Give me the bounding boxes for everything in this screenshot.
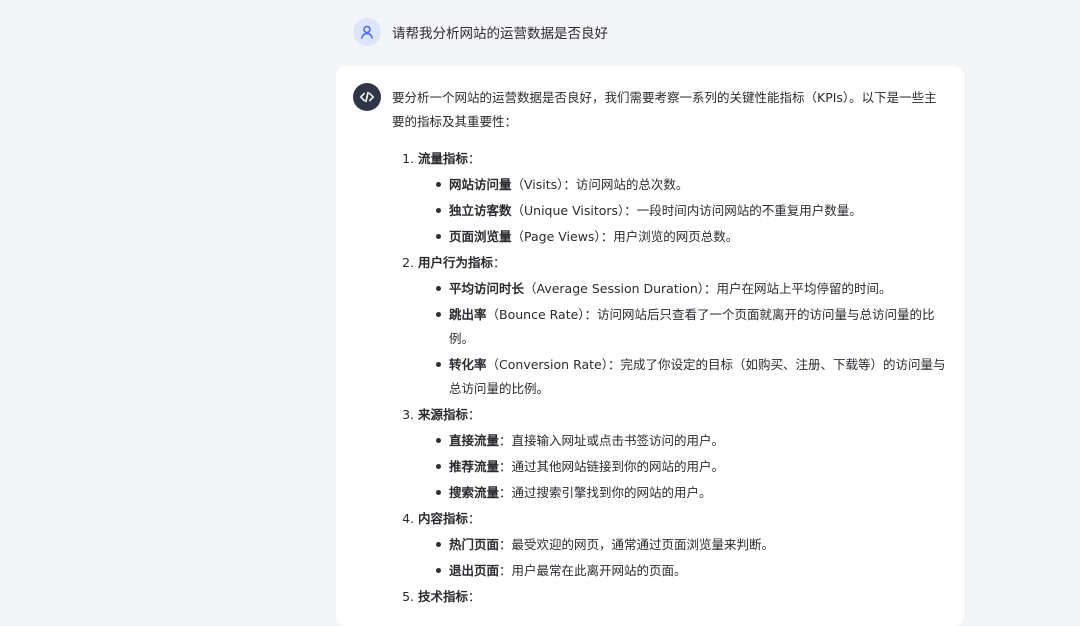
metric-description: ：用户在网站上平均停留的时间。 — [704, 281, 892, 296]
kpi-section: 来源指标： 直接流量：直接输入网址或点击书签访问的用户。 推荐流量：通过其他网站… — [418, 403, 948, 505]
metric-name: 页面浏览量 — [449, 229, 512, 244]
metric-item: 退出页面：用户最常在此离开网站的页面。 — [436, 559, 948, 583]
metric-english: （Bounce Rate） — [486, 307, 585, 322]
metric-name: 搜索流量 — [449, 485, 500, 500]
metric-item: 转化率（Conversion Rate）：完成了你设定的目标（如购买、注册、下载… — [436, 353, 948, 401]
metric-description: ：用户最常在此离开网站的页面。 — [499, 563, 687, 578]
kpi-section-list: 流量指标： 网站访问量（Visits）：访问网站的总次数。 独立访客数（Uniq… — [392, 147, 948, 609]
answer-intro: 要分析一个网站的运营数据是否良好，我们需要考察一系列的关键性能指标（KPIs）。… — [392, 90, 937, 129]
metric-name: 网站访问量 — [449, 177, 512, 192]
metric-item: 独立访客数（Unique Visitors）：一段时间内访问网站的不重复用户数量… — [436, 199, 948, 223]
metric-english: （Visits） — [511, 177, 564, 192]
section-title: 内容指标 — [418, 511, 469, 526]
section-title: 流量指标 — [418, 151, 469, 166]
section-title: 技术指标 — [418, 589, 469, 604]
metric-name: 退出页面 — [449, 563, 500, 578]
metric-name: 推荐流量 — [449, 459, 500, 474]
assistant-answer-card: 要分析一个网站的运营数据是否良好，我们需要考察一系列的关键性能指标（KPIs）。… — [336, 66, 964, 626]
metric-item: 热门页面：最受欢迎的网页，通常通过页面浏览量来判断。 — [436, 533, 948, 557]
assistant-answer-body: 要分析一个网站的运营数据是否良好，我们需要考察一系列的关键性能指标（KPIs）。… — [392, 86, 948, 609]
metric-item: 推荐流量：通过其他网站链接到你的网站的用户。 — [436, 455, 948, 479]
kpi-section: 用户行为指标： 平均访问时长（Average Session Duration）… — [418, 251, 948, 401]
kpi-section: 内容指标： 热门页面：最受欢迎的网页，通常通过页面浏览量来判断。 退出页面：用户… — [418, 507, 948, 583]
metric-description: ：一段时间内访问网站的不重复用户数量。 — [624, 203, 862, 218]
metric-description: ：用户浏览的网页总数。 — [600, 229, 739, 244]
metric-item: 直接流量：直接输入网址或点击书签访问的用户。 — [436, 429, 948, 453]
user-message: 请帮我分析网站的运营数据是否良好 — [353, 18, 608, 46]
metric-list: 热门页面：最受欢迎的网页，通常通过页面浏览量来判断。 退出页面：用户最常在此离开… — [418, 533, 948, 583]
user-question-text: 请帮我分析网站的运营数据是否良好 — [392, 26, 608, 42]
metric-description: ：访问网站的总次数。 — [563, 177, 689, 192]
metric-name: 跳出率 — [449, 307, 487, 322]
metric-description: ：通过其他网站链接到你的网站的用户。 — [499, 459, 725, 474]
user-icon — [361, 25, 373, 39]
metric-item: 搜索流量：通过搜索引擎找到你的网站的用户。 — [436, 481, 948, 505]
section-title: 来源指标 — [418, 407, 469, 422]
assistant-avatar — [353, 83, 381, 111]
metric-description: ：直接输入网址或点击书签访问的用户。 — [499, 433, 725, 448]
metric-english: （Unique Visitors） — [511, 203, 625, 218]
metric-name: 转化率 — [449, 357, 487, 372]
code-icon — [360, 91, 374, 103]
metric-list: 平均访问时长（Average Session Duration）：用户在网站上平… — [418, 277, 948, 401]
metric-item: 网站访问量（Visits）：访问网站的总次数。 — [436, 173, 948, 197]
metric-english: （Conversion Rate） — [486, 357, 608, 372]
metric-list: 网站访问量（Visits）：访问网站的总次数。 独立访客数（Unique Vis… — [418, 173, 948, 249]
kpi-section: 技术指标： — [418, 585, 948, 609]
metric-item: 页面浏览量（Page Views）：用户浏览的网页总数。 — [436, 225, 948, 249]
metric-item: 平均访问时长（Average Session Duration）：用户在网站上平… — [436, 277, 948, 301]
kpi-section: 流量指标： 网站访问量（Visits）：访问网站的总次数。 独立访客数（Uniq… — [418, 147, 948, 249]
metric-name: 独立访客数 — [449, 203, 512, 218]
metric-name: 直接流量 — [449, 433, 500, 448]
user-avatar — [353, 18, 381, 46]
metric-description: ：通过搜索引擎找到你的网站的用户。 — [499, 485, 712, 500]
metric-name: 平均访问时长 — [449, 281, 525, 296]
metric-list: 直接流量：直接输入网址或点击书签访问的用户。 推荐流量：通过其他网站链接到你的网… — [418, 429, 948, 505]
metric-english: （Average Session Duration） — [524, 281, 705, 296]
metric-item: 跳出率（Bounce Rate）：访问网站后只查看了一个页面就离开的访问量与总访… — [436, 303, 948, 351]
section-title: 用户行为指标 — [418, 255, 494, 270]
metric-description: ：最受欢迎的网页，通常通过页面浏览量来判断。 — [499, 537, 775, 552]
metric-english: （Page Views） — [511, 229, 601, 244]
metric-name: 热门页面 — [449, 537, 500, 552]
